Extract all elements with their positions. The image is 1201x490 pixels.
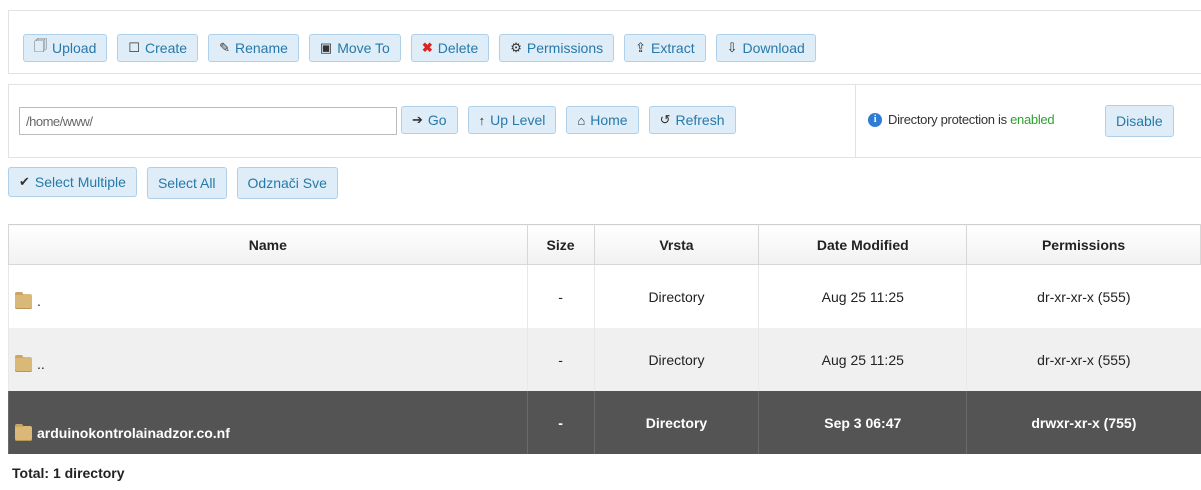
column-header-size[interactable]: Size <box>526 224 595 265</box>
file-action-toolbar: 🗍 Upload ☐ Create ✎ Rename ▣ Move To ✖ D… <box>8 10 1201 74</box>
file-date-modified: Sep 3 06:47 <box>758 391 967 454</box>
column-header-permissions[interactable]: Permissions <box>966 224 1201 265</box>
select-all-button[interactable]: Select All <box>146 167 227 199</box>
up-level-button[interactable]: ↑ Up Level <box>467 106 557 134</box>
rename-pen-icon: ✎ <box>219 40 230 55</box>
total-summary: Total: 1 directory <box>12 465 125 481</box>
file-type: Directory <box>593 328 759 391</box>
file-table: Name Size Vrsta Date Modified Permission… <box>8 224 1201 454</box>
file-date-modified: Aug 25 11:25 <box>758 264 967 328</box>
download-button[interactable]: ⇩ Download <box>715 34 816 62</box>
checkmark-icon: ✔ <box>19 174 30 189</box>
disable-protection-button[interactable]: Disable <box>1105 105 1174 137</box>
path-input[interactable] <box>19 107 397 135</box>
select-multiple-label: Select Multiple <box>34 174 126 190</box>
table-row-selected[interactable]: arduinokontrolainadzor.co.nf - Directory… <box>8 391 1201 454</box>
up-level-label: Up Level <box>490 112 546 128</box>
refresh-label: Refresh <box>675 112 725 128</box>
file-type: Directory <box>593 391 759 454</box>
file-name-cell[interactable]: . <box>8 264 528 328</box>
delete-x-icon: ✖ <box>421 40 433 55</box>
file-name: .. <box>37 356 45 372</box>
deselect-all-button[interactable]: Odznači Sve <box>236 167 338 199</box>
folder-icon <box>15 355 32 372</box>
table-row[interactable]: . - Directory Aug 25 11:25 dr-xr-xr-x (5… <box>8 264 1201 328</box>
go-label: Go <box>427 112 447 128</box>
path-bar: ➔ Go ↑ Up Level ⌂ Home ↺ Refresh i Direc… <box>8 84 1201 158</box>
folder-icon <box>15 424 32 441</box>
file-size: - <box>526 264 595 328</box>
directory-protection-panel: i Directory protection is enabled Disabl… <box>855 85 1201 157</box>
table-header-row: Name Size Vrsta Date Modified Permission… <box>8 224 1201 265</box>
file-name-cell[interactable]: arduinokontrolainadzor.co.nf <box>8 391 528 454</box>
column-header-date-modified[interactable]: Date Modified <box>758 224 968 265</box>
select-all-label: Select All <box>157 175 216 191</box>
create-button[interactable]: ☐ Create <box>117 34 199 62</box>
file-permissions: dr-xr-xr-x (555) <box>966 328 1201 391</box>
arrow-right-icon: ➔ <box>412 112 423 127</box>
gear-icon: ⚙ <box>510 40 522 55</box>
select-multiple-button[interactable]: ✔ Select Multiple <box>8 167 137 197</box>
home-button[interactable]: ⌂ Home <box>566 106 639 134</box>
upload-button[interactable]: 🗍 Upload <box>23 34 108 62</box>
file-name: arduinokontrolainadzor.co.nf <box>37 425 230 441</box>
delete-button[interactable]: ✖ Delete <box>410 34 490 62</box>
go-button[interactable]: ➔ Go <box>401 106 458 134</box>
move-icon: ▣ <box>319 40 333 55</box>
move-to-button[interactable]: ▣ Move To <box>308 34 401 62</box>
file-size: - <box>526 391 595 454</box>
home-label: Home <box>590 112 628 128</box>
permissions-label: Permissions <box>526 40 604 56</box>
extract-button[interactable]: ⇪ Extract <box>624 34 706 62</box>
create-label: Create <box>145 40 188 56</box>
upload-icon: 🗍 <box>34 38 47 53</box>
column-header-type[interactable]: Vrsta <box>593 224 760 265</box>
move-to-label: Move To <box>337 40 390 56</box>
info-icon: i <box>868 112 882 127</box>
refresh-icon: ↺ <box>659 112 671 127</box>
protection-text: Directory protection is <box>888 112 1011 127</box>
protection-status: enabled <box>1010 112 1055 127</box>
file-size: - <box>526 328 595 391</box>
file-type: Directory <box>593 264 759 328</box>
file-name: . <box>37 293 41 309</box>
extract-icon: ⇪ <box>635 40 647 55</box>
protection-status-message: i Directory protection is enabled <box>868 112 1055 127</box>
folder-icon <box>15 292 32 309</box>
table-row[interactable]: .. - Directory Aug 25 11:25 dr-xr-xr-x (… <box>8 328 1201 391</box>
deselect-all-label: Odznači Sve <box>247 175 327 191</box>
disable-label: Disable <box>1116 113 1163 129</box>
file-permissions: dr-xr-xr-x (555) <box>966 264 1201 328</box>
rename-label: Rename <box>234 40 288 56</box>
home-icon: ⌂ <box>577 112 586 128</box>
file-name-cell[interactable]: .. <box>8 328 528 391</box>
download-label: Download <box>742 40 805 56</box>
file-permissions: drwxr-xr-x (755) <box>966 391 1201 454</box>
extract-label: Extract <box>651 40 695 56</box>
permissions-button[interactable]: ⚙ Permissions <box>499 34 615 62</box>
download-icon: ⇩ <box>726 40 738 55</box>
arrow-up-icon: ↑ <box>478 112 486 128</box>
column-header-name[interactable]: Name <box>8 224 528 265</box>
file-date-modified: Aug 25 11:25 <box>758 328 967 391</box>
create-file-icon: ☐ <box>128 40 141 55</box>
delete-label: Delete <box>437 40 479 56</box>
rename-button[interactable]: ✎ Rename <box>208 34 299 62</box>
selection-controls: ✔ Select Multiple Select All Odznači Sve <box>8 167 338 199</box>
upload-label: Upload <box>52 40 97 56</box>
refresh-button[interactable]: ↺ Refresh <box>648 106 736 134</box>
